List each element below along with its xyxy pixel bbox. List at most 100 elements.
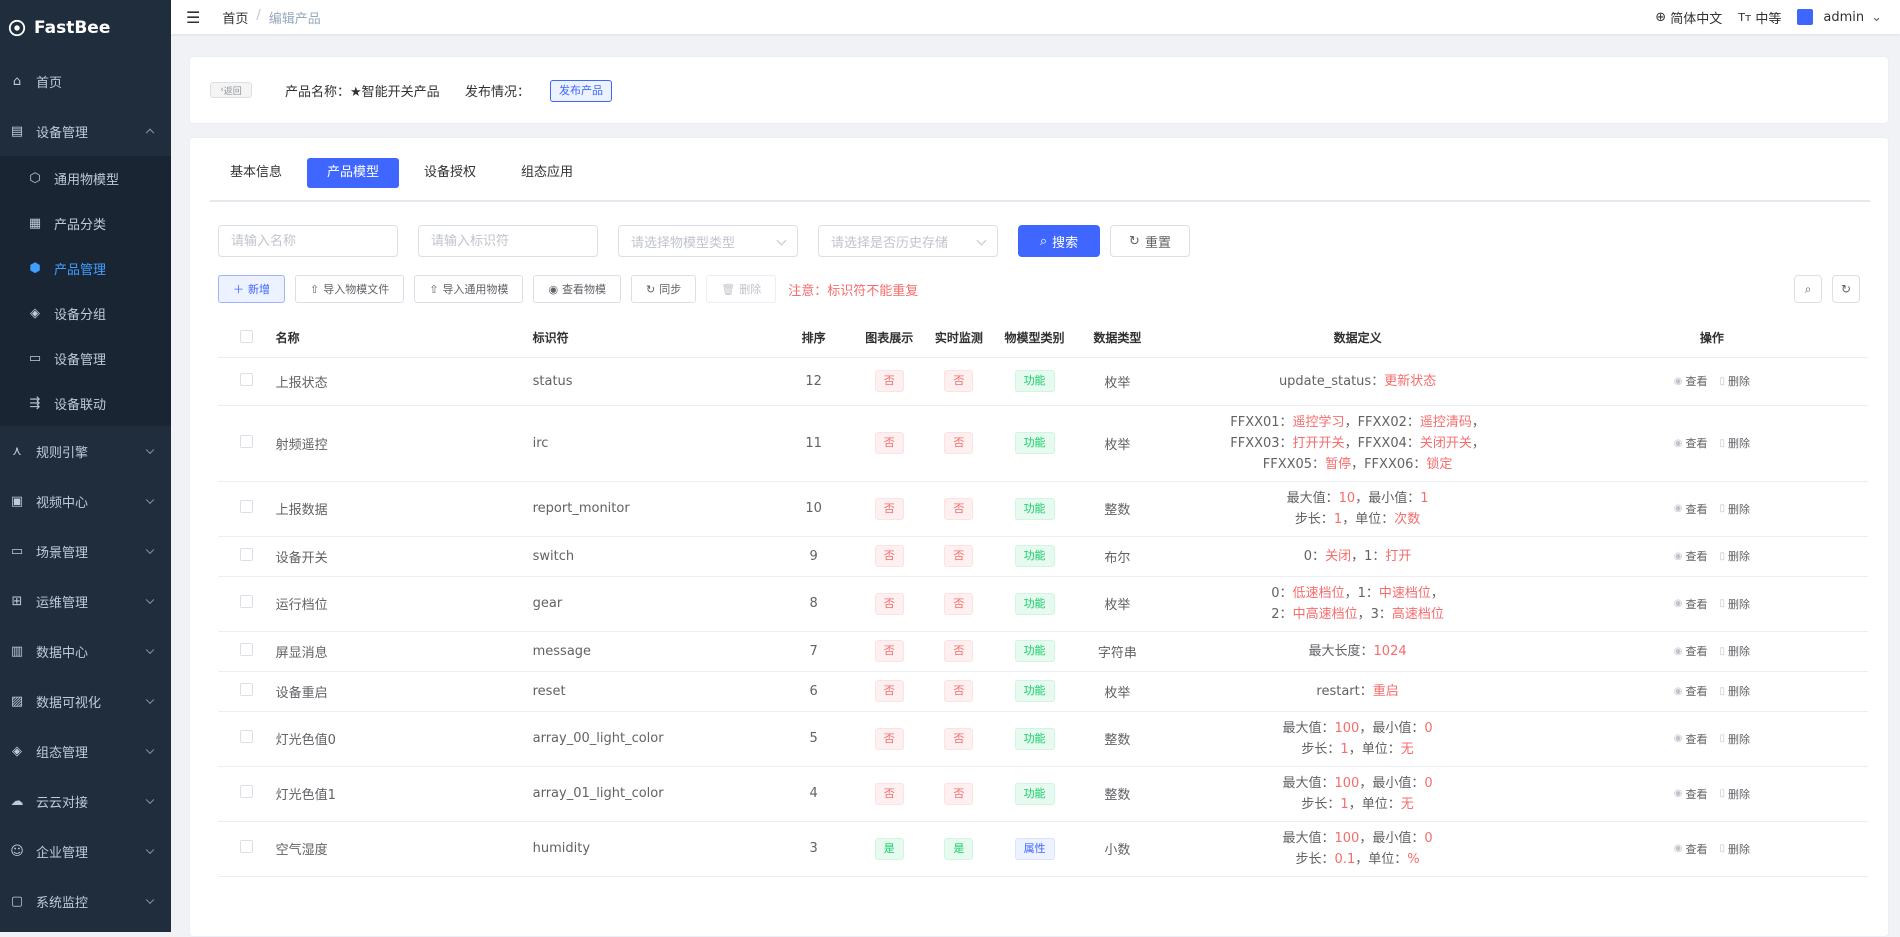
realtime-monitor-tag: 否 [944,640,974,662]
row-select[interactable] [218,536,276,577]
delete-row-button[interactable]: ▯ 删除 [1719,643,1750,659]
name-search-input[interactable] [218,225,398,257]
tab-2[interactable]: 设备授权 [404,158,496,188]
hamburger-icon[interactable]: ☰ [186,8,200,27]
sidebar-item-7[interactable]: ▨ 数据可视化 [0,676,171,726]
view-button[interactable]: ◉ 查看 [1674,683,1708,699]
row-checkbox[interactable] [240,785,254,798]
view-button[interactable]: ◉ 查看 [1674,435,1708,451]
delete-row-button[interactable]: ▯ 删除 [1719,373,1750,389]
row-select[interactable] [218,671,276,712]
refresh-table-button[interactable]: ↻ [1832,275,1860,303]
search-button[interactable]: ⌕ 搜索 [1018,225,1100,257]
table-row[interactable]: 上报状态 status 12 否 否 功能 枚举 update_status：更… [218,357,1868,406]
delete-row-button[interactable]: ▯ 删除 [1719,683,1750,699]
delete-button[interactable]: 🗑 删除 [706,275,777,303]
tab-1[interactable]: 产品模型 [307,158,400,188]
trash-icon: ▯ [1719,733,1725,744]
model-type-select[interactable]: 请选择物模型类型 [618,225,798,257]
sidebar-item-10[interactable]: ☺ 企业管理 [0,826,171,876]
row-select[interactable] [218,481,276,537]
identifier-search-input[interactable] [418,225,598,257]
sidebar-item-6[interactable]: ▥ 数据中心 [0,626,171,676]
delete-row-button[interactable]: ▯ 删除 [1719,731,1750,747]
table-row[interactable]: 灯光色值0 array_00_light_color 5 否 否 功能 整数 最… [218,711,1868,767]
table-row[interactable]: 上报数据 report_monitor 10 否 否 功能 整数 最大值：10，… [218,481,1868,537]
table-row[interactable]: 空气湿度 humidity 3 是 是 属性 小数 最大值：100，最小值：0 步… [218,821,1868,877]
row-checkbox[interactable] [240,682,254,696]
table-row[interactable]: 屏显消息 message 7 否 否 功能 字符串 最大长度：1024 ◉ 查看 … [218,631,1868,672]
delete-row-button[interactable]: ▯ 删除 [1719,501,1750,517]
view-button[interactable]: ◉ 查看 [1674,786,1708,802]
delete-row-button[interactable]: ▯ 删除 [1719,786,1750,802]
sidebar-item-9[interactable]: ☁ 云云对接 [0,776,171,826]
sync-button[interactable]: ↻ 同步 [631,275,697,303]
table-row[interactable]: 设备开关 switch 9 否 否 功能 布尔 0：关闭，1：打开 ◉ 查看 ▯ 删… [218,536,1868,577]
history-storage-select[interactable]: 请选择是否历史存储 [818,225,998,257]
definition-part: % [1407,851,1420,867]
add-button[interactable]: ＋新增 [218,275,285,303]
sidebar-item-3[interactable]: ▣ 视频中心 [0,476,171,526]
tab-0[interactable]: 基本信息 [210,158,302,188]
font-size-switch[interactable]: Tт 中等 [1738,8,1781,27]
back-button[interactable]: ‹ 返回 [210,82,252,98]
row-select[interactable] [218,711,276,767]
sidebar-subitem-0[interactable]: ⬡ 通用物模型 [0,156,171,201]
view-button[interactable]: ◉ 查看 [1674,501,1708,517]
delete-row-button[interactable]: ▯ 删除 [1719,596,1750,612]
breadcrumb-home[interactable]: 首页 [222,8,248,27]
view-button[interactable]: ◉ 查看 [1674,643,1708,659]
row-select[interactable] [218,576,276,632]
definition-part: ，最小值： [1359,775,1425,791]
sidebar-item-4[interactable]: ▭ 场景管理 [0,526,171,576]
table-row[interactable]: 运行档位 gear 8 否 否 功能 枚举 0：低速档位，1：中速档位， 2：中高… [218,576,1868,632]
row-actions: ◉ 查看 ▯ 删除 [1556,548,1868,564]
row-checkbox[interactable] [240,372,254,386]
table-row[interactable]: 灯光色值1 array_01_light_color 4 否 否 功能 整数 最… [218,766,1868,822]
row-checkbox[interactable] [240,840,254,853]
sidebar-subitem-5[interactable]: ⇶ 设备联动 [0,381,171,426]
view-button[interactable]: ◉ 查看 [1674,731,1708,747]
table-row[interactable]: 射频遥控 irc 11 否 否 功能 枚举 FFXX01：遥控学习，FFXX02… [218,405,1868,482]
toggle-search-button[interactable]: ⌕ [1794,275,1822,303]
sidebar-item-8[interactable]: ◈ 组态管理 [0,726,171,776]
sidebar-subitem-1[interactable]: ▦ 产品分类 [0,201,171,246]
row-checkbox[interactable] [240,730,254,743]
table-row[interactable]: 设备重启 reset 6 否 否 功能 枚举 restart：重启 ◉ 查看 ▯ 删… [218,671,1868,712]
sidebar-item-11[interactable]: ▢ 系统监控 [0,876,171,926]
sidebar-subitem-2[interactable]: ⬢ 产品管理 [0,246,171,291]
view-model-button[interactable]: ◉ 查看物模 [533,275,622,303]
user-menu[interactable]: admin ⌄ [1797,9,1882,25]
delete-row-button[interactable]: ▯ 删除 [1719,841,1750,857]
row-checkbox[interactable] [240,547,254,561]
row-select[interactable] [218,405,276,482]
delete-row-button[interactable]: ▯ 删除 [1719,548,1750,564]
sidebar-subitem-3[interactable]: ◈ 设备分组 [0,291,171,336]
row-select[interactable] [218,766,276,822]
row-checkbox[interactable] [240,642,254,656]
language-switch[interactable]: ⊕ 简体中文 [1655,8,1722,27]
publish-button[interactable]: 发布产品 [550,80,612,102]
import-file-button[interactable]: ⇧ 导入物模文件 [295,275,405,303]
sidebar-item-2[interactable]: ⋏ 规则引擎 [0,426,171,476]
sidebar-subitem-4[interactable]: ▭ 设备管理 [0,336,171,381]
row-select[interactable] [218,631,276,672]
row-checkbox[interactable] [240,500,254,513]
view-button[interactable]: ◉ 查看 [1674,841,1708,857]
row-select[interactable] [218,357,276,406]
sidebar-item-0[interactable]: ⌂ 首页 [0,56,171,106]
select-all[interactable] [218,319,276,358]
view-button[interactable]: ◉ 查看 [1674,373,1708,389]
sidebar-item-5[interactable]: ⊞ 运维管理 [0,576,171,626]
tab-3[interactable]: 组态应用 [501,158,593,188]
row-checkbox[interactable] [240,434,254,448]
row-select[interactable] [218,821,276,877]
import-common-button[interactable]: ⇧ 导入通用物模 [414,275,524,303]
select-all-checkbox[interactable] [240,329,254,343]
view-button[interactable]: ◉ 查看 [1674,548,1708,564]
reset-button[interactable]: ↻ 重置 [1110,225,1190,257]
sidebar-item-1[interactable]: ▤ 设备管理 [0,106,171,156]
row-checkbox[interactable] [240,595,254,608]
view-button[interactable]: ◉ 查看 [1674,596,1708,612]
delete-row-button[interactable]: ▯ 删除 [1719,435,1750,451]
